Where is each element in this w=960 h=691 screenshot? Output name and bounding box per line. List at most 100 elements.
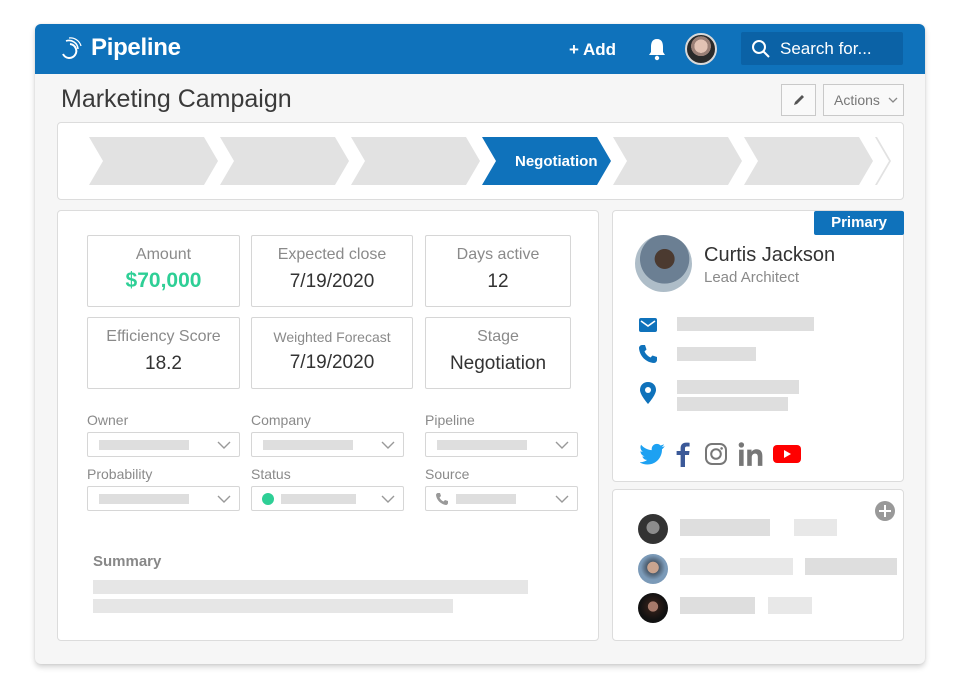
stage-step[interactable] [875, 137, 891, 185]
owner-select[interactable] [87, 432, 240, 457]
stat-amount: Amount $70,000 [87, 235, 240, 307]
related-contact-detail-placeholder [805, 558, 897, 575]
app-window: Pipeline + Add Search for... Marketing C… [35, 24, 925, 664]
notification-bell-icon[interactable] [646, 37, 668, 61]
search-input[interactable]: Search for... [741, 32, 903, 65]
contact-card: Primary Curtis Jackson Lead Architect [612, 210, 904, 482]
add-button[interactable]: + Add [569, 40, 616, 60]
stat-value: 12 [487, 271, 509, 292]
chevron-down-icon [888, 97, 898, 103]
placeholder-bar [437, 440, 527, 450]
location-pin-icon[interactable] [638, 381, 658, 405]
stat-label: Stage [477, 328, 519, 345]
summary-text-placeholder [93, 580, 528, 594]
primary-badge: Primary [814, 211, 904, 235]
related-contact-name-placeholder [680, 519, 770, 536]
stat-value: $70,000 [125, 269, 202, 292]
phone-icon [436, 493, 448, 505]
stat-value: 7/19/2020 [289, 271, 375, 292]
stat-value: 7/19/2020 [289, 352, 375, 373]
address-placeholder [677, 380, 799, 394]
placeholder-bar [456, 494, 516, 504]
stat-days-active: Days active 12 [425, 235, 571, 307]
stat-value: Negotiation [449, 353, 547, 374]
stage-step[interactable] [351, 137, 480, 185]
source-select[interactable] [425, 486, 578, 511]
stage-step[interactable] [744, 137, 873, 185]
placeholder-bar [281, 494, 356, 504]
placeholder-bar [99, 440, 189, 450]
related-contact-avatar[interactable] [638, 554, 668, 584]
linkedin-icon[interactable] [738, 441, 764, 467]
facebook-icon[interactable] [675, 441, 691, 467]
stage-step-label: Negotiation [515, 153, 598, 170]
brand-name: Pipeline [91, 34, 181, 61]
related-contact-avatar[interactable] [638, 593, 668, 623]
edit-button[interactable] [781, 84, 816, 116]
chevron-down-icon [217, 495, 231, 503]
address-placeholder [677, 397, 788, 411]
field-label-owner: Owner [87, 412, 129, 428]
placeholder-bar [263, 440, 353, 450]
pipeline-select[interactable] [425, 432, 578, 457]
stage-step[interactable] [220, 137, 349, 185]
contact-name[interactable]: Curtis Jackson [704, 244, 835, 267]
stage-step[interactable] [613, 137, 742, 185]
field-label-source: Source [425, 466, 470, 482]
stat-label: Weighted Forecast [273, 329, 391, 345]
related-contacts-card [612, 489, 904, 641]
stat-label: Amount [135, 246, 192, 263]
summary-label: Summary [93, 553, 162, 570]
stat-expected-close: Expected close 7/19/2020 [251, 235, 413, 307]
company-select[interactable] [251, 432, 404, 457]
chevron-down-icon [555, 441, 569, 449]
user-avatar[interactable] [685, 33, 717, 65]
related-contact-name-placeholder [680, 597, 755, 614]
chevron-down-icon [381, 441, 395, 449]
youtube-icon[interactable] [773, 441, 801, 467]
pipeline-logo-icon [62, 37, 82, 59]
chevron-down-icon [381, 495, 395, 503]
search-placeholder: Search for... [780, 38, 872, 58]
status-select[interactable] [251, 486, 404, 511]
related-contact-detail-placeholder [794, 519, 837, 536]
top-navigation-bar: Pipeline + Add Search for... [35, 24, 925, 74]
related-contact-detail-placeholder [768, 597, 812, 614]
brand-logo[interactable]: Pipeline [57, 34, 181, 62]
page-title: Marketing Campaign [61, 85, 292, 113]
stat-efficiency-score: Efficiency Score 18.2 [87, 317, 240, 389]
status-indicator-dot [262, 493, 274, 505]
contact-role: Lead Architect [704, 269, 800, 286]
field-label-company: Company [251, 412, 311, 428]
field-label-probability: Probability [87, 466, 153, 482]
contact-avatar [635, 235, 692, 292]
chevron-down-icon [555, 495, 569, 503]
twitter-icon[interactable] [640, 441, 666, 467]
stat-value: 18.2 [145, 353, 182, 374]
pencil-icon [793, 95, 804, 105]
related-contact-name-placeholder [680, 558, 793, 575]
actions-dropdown[interactable]: Actions [823, 84, 904, 116]
deal-details-card: Amount $70,000 Expected close 7/19/2020 … [57, 210, 599, 641]
email-icon[interactable] [638, 315, 658, 335]
email-placeholder [677, 317, 814, 331]
add-contact-button[interactable] [875, 501, 895, 521]
pipeline-stage-bar: Negotiation [57, 122, 904, 200]
probability-select[interactable] [87, 486, 240, 511]
stage-chevrons [89, 137, 891, 185]
field-label-pipeline: Pipeline [425, 412, 475, 428]
instagram-icon[interactable] [704, 441, 728, 467]
phone-icon[interactable] [638, 344, 658, 364]
stat-label: Expected close [277, 246, 387, 263]
stat-label: Efficiency Score [106, 328, 221, 345]
chevron-down-icon [217, 441, 231, 449]
phone-placeholder [677, 347, 756, 361]
stage-step[interactable] [89, 137, 218, 185]
plus-icon [879, 505, 891, 517]
related-contact-avatar[interactable] [638, 514, 668, 544]
field-label-status: Status [251, 466, 291, 482]
stat-weighted-forecast: Weighted Forecast 7/19/2020 [251, 317, 413, 389]
summary-text-placeholder [93, 599, 453, 613]
stat-label: Days active [456, 246, 540, 263]
placeholder-bar [99, 494, 189, 504]
